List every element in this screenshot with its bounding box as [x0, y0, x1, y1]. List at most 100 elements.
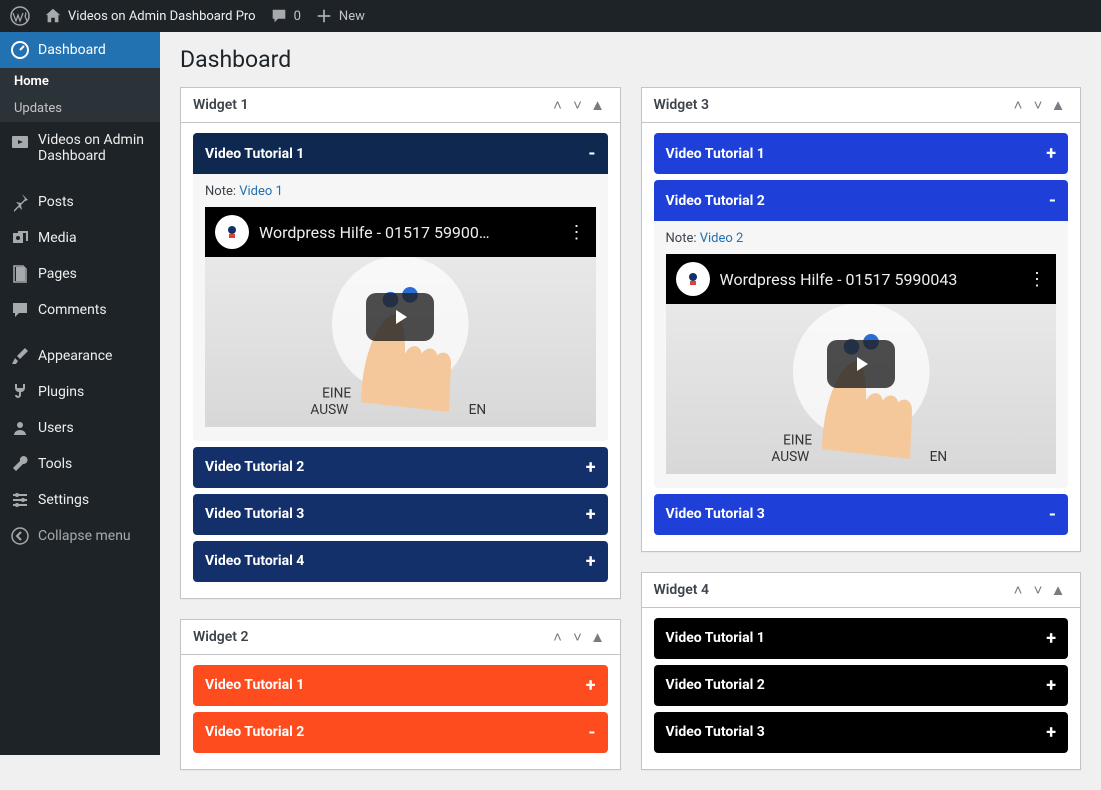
collapse-icon[interactable]: ▲	[1048, 96, 1068, 114]
accordion-item: Video Tutorial 1 - Note: Video 1 EINE AU…	[193, 133, 608, 441]
accordion-header[interactable]: Video Tutorial 2 +	[654, 665, 1069, 706]
main-content: Dashboard Widget 1 ˄ ˅ ▲ Video Tutorial …	[160, 32, 1101, 790]
toggle-icon: -	[1049, 504, 1056, 525]
menu-label: Pages	[38, 266, 77, 282]
accordion-label: Video Tutorial 4	[205, 553, 304, 569]
accordion-header[interactable]: Video Tutorial 3 +	[193, 494, 608, 535]
menu-appearance[interactable]: Appearance	[0, 338, 160, 374]
accordion-item: Video Tutorial 1 +	[654, 133, 1069, 174]
submenu-updates[interactable]: Updates	[0, 95, 160, 122]
menu-label: Videos on Admin Dashboard	[38, 132, 150, 164]
move-up-icon[interactable]: ˄	[1008, 581, 1028, 599]
menu-pages[interactable]: Pages	[0, 256, 160, 292]
new-label: New	[339, 9, 365, 24]
collapse-icon[interactable]: ▲	[588, 628, 608, 646]
move-down-icon[interactable]: ˅	[568, 628, 588, 646]
video-player[interactable]: EINE AUSW EN Wordpress Hilfe - 01517 599…	[205, 207, 596, 427]
svg-text:EINE: EINE	[322, 385, 351, 401]
accordion-header[interactable]: Video Tutorial 2 +	[193, 447, 608, 488]
menu-comments[interactable]: Comments	[0, 292, 160, 328]
video-title: Wordpress Hilfe - 01517 59900…	[259, 223, 558, 242]
widget-box: Widget 3 ˄ ˅ ▲ Video Tutorial 1 + Video …	[641, 87, 1082, 552]
move-down-icon[interactable]: ˅	[1028, 581, 1048, 599]
play-button[interactable]	[827, 340, 895, 388]
toggle-icon: -	[588, 722, 595, 743]
accordion-label: Video Tutorial 1	[666, 146, 765, 162]
accordion-header[interactable]: Video Tutorial 2 -	[654, 180, 1069, 221]
move-up-icon[interactable]: ˄	[548, 628, 568, 646]
accordion-header[interactable]: Video Tutorial 3 -	[654, 494, 1069, 535]
accordion-header[interactable]: Video Tutorial 3 +	[654, 712, 1069, 753]
menu-posts[interactable]: Posts	[0, 184, 160, 220]
menu-media[interactable]: Media	[0, 220, 160, 256]
new-content-link[interactable]: New	[315, 7, 365, 25]
wp-logo[interactable]	[10, 6, 30, 26]
comments-link[interactable]: 0	[270, 7, 301, 25]
move-up-icon[interactable]: ˄	[1008, 96, 1028, 114]
pin-icon	[10, 192, 30, 212]
plug-icon	[10, 382, 30, 402]
accordion-header[interactable]: Video Tutorial 1 -	[193, 133, 608, 174]
collapse-icon[interactable]: ▲	[1048, 581, 1068, 599]
move-down-icon[interactable]: ˅	[1028, 96, 1048, 114]
site-name: Videos on Admin Dashboard Pro	[68, 9, 256, 24]
svg-text:EN: EN	[469, 402, 487, 418]
toggle-icon: +	[586, 551, 596, 572]
collapse-icon	[10, 526, 30, 546]
note-link[interactable]: Video 1	[239, 184, 283, 199]
note: Note: Video 1	[205, 184, 596, 199]
toggle-icon: +	[1046, 675, 1056, 696]
menu-tools[interactable]: Tools	[0, 446, 160, 482]
menu-videos-on-dashboard[interactable]: Videos on Admin Dashboard	[0, 122, 160, 174]
toggle-icon: +	[1046, 628, 1056, 649]
toggle-icon: +	[586, 457, 596, 478]
pages-icon	[10, 264, 30, 284]
admin-bar: Videos on Admin Dashboard Pro 0 New	[0, 0, 1101, 32]
widget-body: Video Tutorial 1 - Note: Video 1 EINE AU…	[181, 123, 620, 598]
menu-users[interactable]: Users	[0, 410, 160, 446]
video-more-icon[interactable]: ⋮	[568, 222, 586, 243]
accordion-label: Video Tutorial 2	[666, 677, 765, 693]
widget-box: Widget 1 ˄ ˅ ▲ Video Tutorial 1 - Note: …	[180, 87, 621, 599]
accordion-header[interactable]: Video Tutorial 1 +	[193, 665, 608, 706]
accordion-body: Note: Video 1 EINE AUSW EN Wordpress Hil…	[193, 174, 608, 441]
accordion-header[interactable]: Video Tutorial 1 +	[654, 618, 1069, 659]
menu-label: Settings	[38, 492, 89, 508]
collapse-icon[interactable]: ▲	[588, 96, 608, 114]
collapse-menu[interactable]: Collapse menu	[0, 518, 160, 554]
widget-title: Widget 2	[193, 629, 548, 645]
accordion-item: Video Tutorial 2 - Note: Video 2 EINE AU…	[654, 180, 1069, 488]
accordion-item: Video Tutorial 3 -	[654, 494, 1069, 535]
note-link[interactable]: Video 2	[700, 231, 744, 246]
accordion-item: Video Tutorial 2 -	[193, 712, 608, 753]
video-player[interactable]: EINE AUSW EN Wordpress Hilfe - 01517 599…	[666, 254, 1057, 474]
channel-avatar[interactable]	[676, 262, 710, 296]
menu-label: Appearance	[38, 348, 112, 364]
accordion-header[interactable]: Video Tutorial 1 +	[654, 133, 1069, 174]
dashboard-submenu: Home Updates	[0, 68, 160, 122]
submenu-home[interactable]: Home	[0, 68, 160, 95]
accordion-label: Video Tutorial 3	[666, 724, 765, 740]
move-down-icon[interactable]: ˅	[568, 96, 588, 114]
accordion-header[interactable]: Video Tutorial 4 +	[193, 541, 608, 582]
accordion-label: Video Tutorial 1	[205, 146, 304, 162]
accordion-item: Video Tutorial 2 +	[193, 447, 608, 488]
channel-avatar[interactable]	[215, 215, 249, 249]
sliders-icon	[10, 490, 30, 510]
widget-box: Widget 2 ˄ ˅ ▲ Video Tutorial 1 + Video …	[180, 619, 621, 770]
menu-settings[interactable]: Settings	[0, 482, 160, 518]
widget-body: Video Tutorial 1 + Video Tutorial 2 + Vi…	[642, 608, 1081, 769]
accordion-item: Video Tutorial 1 +	[654, 618, 1069, 659]
wrench-icon	[10, 454, 30, 474]
accordion-label: Video Tutorial 1	[666, 630, 765, 646]
site-link[interactable]: Videos on Admin Dashboard Pro	[44, 7, 256, 25]
accordion-header[interactable]: Video Tutorial 2 -	[193, 712, 608, 753]
video-more-icon[interactable]: ⋮	[1028, 269, 1046, 290]
accordion-item: Video Tutorial 4 +	[193, 541, 608, 582]
widget-header: Widget 2 ˄ ˅ ▲	[181, 620, 620, 655]
menu-label: Tools	[38, 456, 72, 472]
menu-dashboard[interactable]: Dashboard	[0, 32, 160, 68]
move-up-icon[interactable]: ˄	[548, 96, 568, 114]
play-button[interactable]	[366, 293, 434, 341]
menu-plugins[interactable]: Plugins	[0, 374, 160, 410]
